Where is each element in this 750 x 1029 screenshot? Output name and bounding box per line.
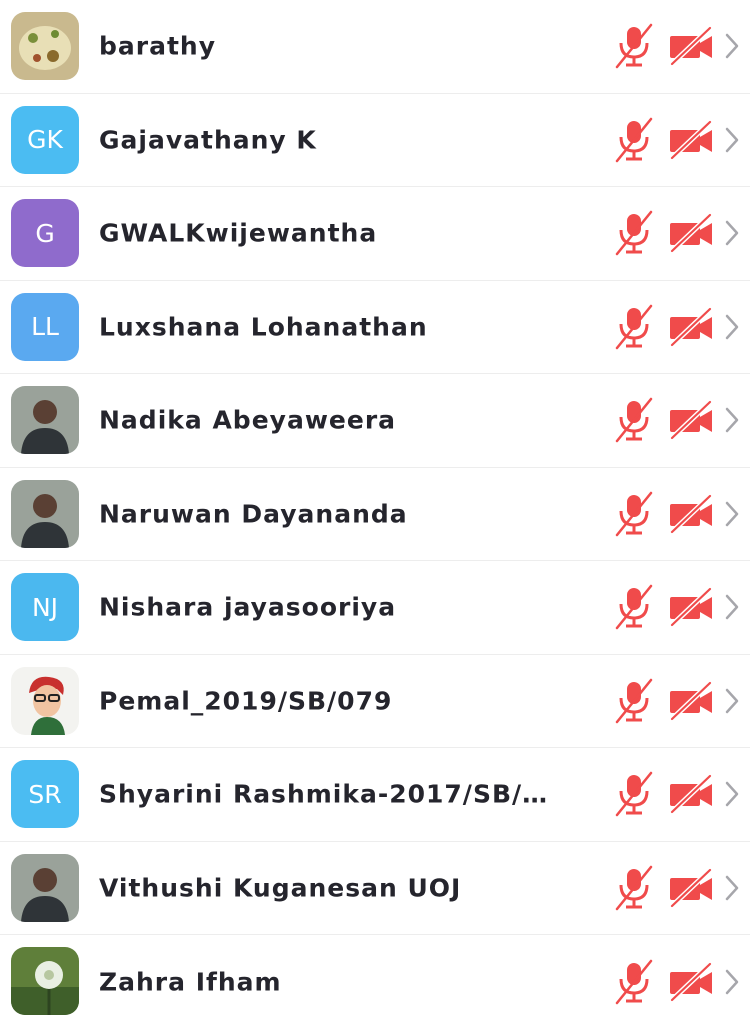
- participant-name: Nadika Abeyaweera: [99, 405, 397, 435]
- cartoon-avatar: [11, 666, 79, 735]
- mic-muted-icon[interactable]: [613, 584, 655, 630]
- participant-row[interactable]: G GWALKwijewantha: [0, 187, 750, 281]
- mic-muted-icon[interactable]: [613, 771, 655, 817]
- video-off-icon[interactable]: [668, 493, 714, 534]
- video-off-icon[interactable]: [668, 119, 714, 160]
- mic-muted-icon[interactable]: [613, 117, 655, 163]
- initials-avatar: NJ: [11, 573, 79, 641]
- initials-avatar: G: [11, 199, 79, 267]
- chevron-right-icon[interactable]: [724, 875, 740, 901]
- video-off-icon[interactable]: [668, 26, 714, 67]
- participant-row[interactable]: Naruwan Dayananda: [0, 468, 750, 561]
- chevron-right-icon[interactable]: [724, 314, 740, 340]
- participant-name: Nishara jayasooriya: [99, 592, 397, 622]
- participant-row[interactable]: GK Gajavathany K: [0, 94, 750, 187]
- participants-list: barathy GK Gajavathany K G GWALKwijewantha LL…: [0, 0, 750, 1024]
- participant-name: Pemal_2019/SB/079: [99, 686, 393, 716]
- avatar-initials: GK: [27, 125, 63, 154]
- chevron-right-icon[interactable]: [724, 33, 740, 59]
- chevron-right-icon[interactable]: [724, 594, 740, 620]
- initials-avatar: LL: [11, 292, 79, 361]
- participant-name: GWALKwijewantha: [99, 218, 378, 248]
- video-off-icon[interactable]: [668, 680, 714, 721]
- person-photo-avatar: [11, 479, 79, 548]
- participant-row[interactable]: SR Shyarini Rashmika-2017/SB/…: [0, 748, 750, 842]
- mic-muted-icon[interactable]: [613, 959, 655, 1005]
- chevron-right-icon[interactable]: [724, 688, 740, 714]
- participant-row[interactable]: NJ Nishara jayasooriya: [0, 561, 750, 655]
- avatar-initials: NJ: [31, 592, 59, 622]
- participant-name: Naruwan Dayananda: [99, 499, 408, 529]
- avatar-initials: LL: [31, 312, 59, 341]
- mic-muted-icon[interactable]: [613, 304, 655, 350]
- flower-photo-avatar: [11, 947, 79, 1015]
- chevron-right-icon[interactable]: [724, 969, 740, 995]
- chevron-right-icon[interactable]: [724, 407, 740, 433]
- mic-muted-icon[interactable]: [613, 865, 655, 911]
- participant-row[interactable]: LL Luxshana Lohanathan: [0, 281, 750, 374]
- participant-name: Gajavathany K: [99, 125, 317, 155]
- initials-avatar: SR: [11, 760, 79, 828]
- mic-muted-icon[interactable]: [613, 210, 655, 256]
- participant-row[interactable]: barathy: [0, 0, 750, 94]
- mic-muted-icon[interactable]: [613, 491, 655, 537]
- chevron-right-icon[interactable]: [724, 127, 740, 153]
- participant-name: Shyarini Rashmika-2017/SB/…: [99, 779, 549, 809]
- participant-name: barathy: [99, 31, 217, 61]
- mic-muted-icon[interactable]: [613, 23, 655, 69]
- video-off-icon[interactable]: [668, 400, 714, 441]
- participant-name: Zahra Ifham: [99, 967, 282, 997]
- chevron-right-icon[interactable]: [724, 220, 740, 246]
- mic-muted-icon[interactable]: [613, 678, 655, 724]
- participant-name: Luxshana Lohanathan: [99, 312, 428, 342]
- participant-row[interactable]: Vithushi Kuganesan UOJ: [0, 842, 750, 935]
- video-off-icon[interactable]: [668, 587, 714, 628]
- mic-muted-icon[interactable]: [613, 397, 655, 443]
- initials-avatar: GK: [11, 105, 79, 174]
- person-photo-avatar: [11, 386, 79, 454]
- video-off-icon[interactable]: [668, 774, 714, 815]
- video-off-icon[interactable]: [668, 306, 714, 347]
- chevron-right-icon[interactable]: [724, 781, 740, 807]
- participant-name: Vithushi Kuganesan UOJ: [99, 873, 462, 903]
- participant-row[interactable]: Nadika Abeyaweera: [0, 374, 750, 468]
- video-off-icon[interactable]: [668, 961, 714, 1002]
- food-photo-avatar: [11, 12, 79, 80]
- avatar-initials: SR: [28, 779, 62, 809]
- avatar-initials: G: [35, 218, 55, 248]
- chevron-right-icon[interactable]: [724, 501, 740, 527]
- video-off-icon[interactable]: [668, 213, 714, 254]
- participant-row[interactable]: Zahra Ifham: [0, 935, 750, 1029]
- person-photo-avatar: [11, 853, 79, 922]
- video-off-icon[interactable]: [668, 867, 714, 908]
- participant-row[interactable]: Pemal_2019/SB/079: [0, 655, 750, 748]
